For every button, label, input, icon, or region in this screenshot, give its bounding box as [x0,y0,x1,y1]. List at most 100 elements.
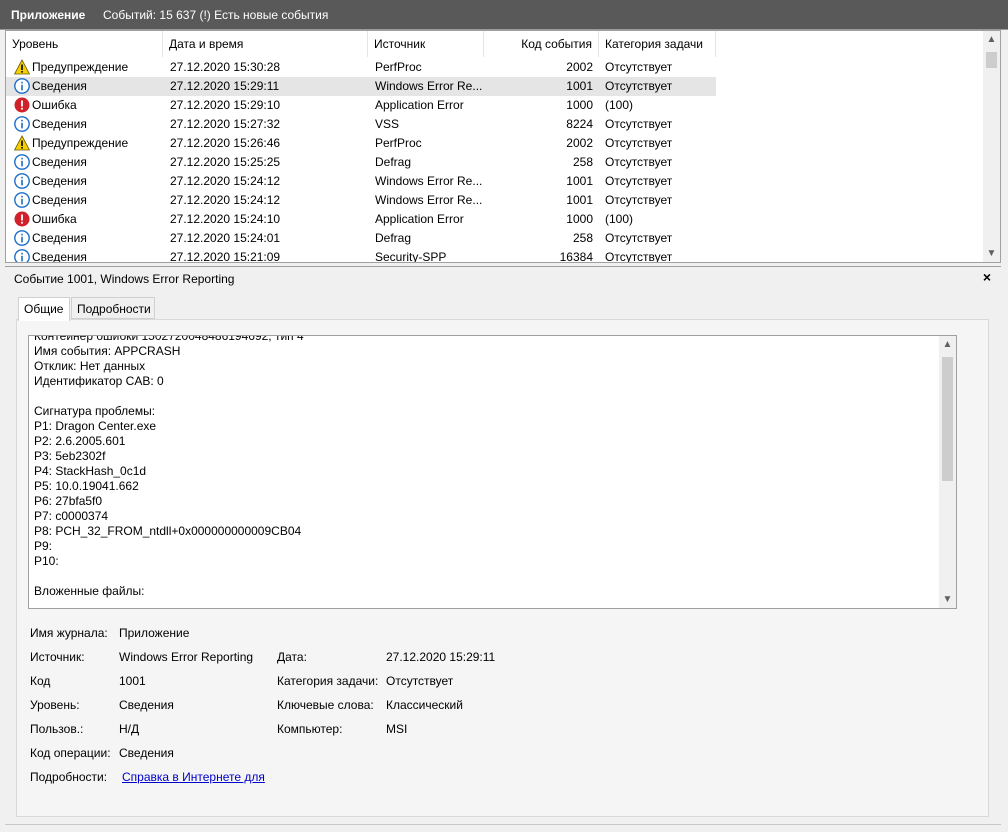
table-row[interactable]: Предупреждение 27.12.2020 15:30:28 PerfPro… [6,58,986,77]
description-line: Вложенные файлы: [34,584,145,598]
warning-icon [13,59,31,75]
tab-general[interactable]: Общие [18,297,70,321]
description-line [34,389,934,404]
cell-source: Security-SPP [375,250,447,263]
info-icon [14,154,30,170]
level-label: Уровень: [30,698,80,712]
cell-date: 27.12.2020 15:25:25 [170,155,281,169]
description-line: Имя события: APPCRASH [34,344,181,358]
cell-code: 2002 [566,60,593,74]
bottom-divider [5,824,1001,825]
cell-code: 258 [572,231,593,245]
tab-details[interactable]: Подробности [71,297,155,319]
cell-date: 27.12.2020 15:24:12 [170,174,281,188]
cell-date: 27.12.2020 15:30:28 [170,60,281,74]
scroll-thumb[interactable] [986,52,997,68]
cell-date: 27.12.2020 15:24:10 [170,212,281,226]
table-row[interactable]: Сведения 27.12.2020 15:24:12 Windows Error… [6,191,986,210]
description-line: P10: [34,554,59,568]
column-source[interactable]: Источник [368,31,484,57]
description-line: P6: 27bfa5f0 [34,494,103,508]
cell-level: Сведения [32,231,87,245]
scroll-down-icon[interactable]: ▼ [939,591,956,608]
description-line: Отклик: Нет данных [34,359,146,373]
user-label: Пользов.: [30,722,84,736]
cell-source: Defrag [375,231,412,245]
cell-source: Application Error [375,212,464,226]
scroll-down-icon[interactable]: ▼ [983,245,1000,262]
cell-date: 27.12.2020 15:29:10 [170,98,281,112]
details-link[interactable]: Справка в Интернете для [122,770,265,784]
table-row[interactable]: Ошибка 27.12.2020 15:29:10 Application Err… [6,96,986,115]
cell-category: Отсутствует [605,174,673,188]
close-icon[interactable]: × [983,269,991,285]
info-icon [14,116,30,132]
title-bar: Приложение Событий: 15 637 (!) Есть новы… [0,0,1008,30]
cell-date: 27.12.2020 15:26:46 [170,136,281,150]
description-line: P8: PCH_32_FROM_ntdll+0x000000000009CB04 [34,524,302,538]
cell-code: 1000 [566,212,593,226]
code-label: Код [30,674,51,688]
column-category[interactable]: Категория задачи [599,31,716,57]
description-line: P2: 2.6.2005.601 [34,434,126,448]
cell-category: Отсутствует [605,193,673,207]
table-row[interactable]: Сведения 27.12.2020 15:29:11 Windows Error… [6,77,986,96]
computer-value: MSI [386,722,408,736]
cell-code: 16384 [559,250,593,263]
info-icon [14,249,30,262]
scroll-up-icon[interactable]: ▲ [983,31,1000,48]
cell-code: 8224 [566,117,593,131]
scroll-up-icon[interactable]: ▲ [939,336,956,353]
warning-icon [13,135,31,151]
cell-level: Ошибка [32,98,77,112]
table-row[interactable]: Сведения 27.12.2020 15:21:09 Security-SPP 1… [6,248,986,263]
description-scrollbar[interactable]: ▲ ▼ [939,336,956,608]
error-icon [14,97,30,113]
detail-header: Событие 1001, Windows Error Reporting × [5,266,1001,290]
event-description[interactable]: Контейнер ошибки 1502720048486194692, ти… [28,335,957,609]
column-level[interactable]: Уровень [6,31,163,57]
log-label: Имя журнала: [30,626,108,640]
cell-code: 1001 [566,193,593,207]
list-scrollbar[interactable]: ▲ ▼ [983,31,1000,262]
cell-source: VSS [375,117,400,131]
keywords-value: Классический [386,698,463,712]
level-value: Сведения [119,698,174,712]
table-row[interactable]: Ошибка 27.12.2020 15:24:10 Application Err… [6,210,986,229]
cell-date: 27.12.2020 15:21:09 [170,250,281,263]
cell-source: Application Error [375,98,464,112]
cell-source: Windows Error Re... [375,193,483,207]
table-row[interactable]: Сведения 27.12.2020 15:24:12 Windows Error… [6,172,986,191]
table-row[interactable]: Сведения 27.12.2020 15:24:01 Defrag 258 Отсу… [6,229,986,248]
column-date[interactable]: Дата и время [163,31,368,57]
source-value: Windows Error Reporting [119,650,254,664]
table-row[interactable]: Сведения 27.12.2020 15:25:25 Defrag 258 Отсу… [6,153,986,172]
cell-level: Сведения [32,155,87,169]
table-row[interactable]: Предупреждение 27.12.2020 15:26:46 PerfPro… [6,134,986,153]
scroll-thumb[interactable] [942,357,953,481]
cell-category: Отсутствует [605,136,673,150]
source-label: Источник: [30,650,85,664]
online-help-link[interactable]: Справка в Интернете для [122,770,265,784]
description-line: P9: [34,539,53,553]
cell-category: Отсутствует [605,231,673,245]
cell-level: Сведения [32,174,87,188]
column-code[interactable]: Код события [484,31,599,57]
keywords-label: Ключевые слова: [277,698,374,712]
event-count: Событий: 15 637 (!) Есть новые события [103,8,329,22]
cell-category: Отсутствует [605,60,673,74]
cell-source: Windows Error Re... [375,79,483,93]
table-row[interactable]: Сведения 27.12.2020 15:27:32 VSS 8224 Отсутс… [6,115,986,134]
cell-level: Предупреждение [32,136,129,150]
cell-date: 27.12.2020 15:24:01 [170,231,281,245]
log-value: Приложение [119,626,190,640]
cell-source: PerfProc [375,136,422,150]
cell-code: 1001 [566,79,593,93]
cell-category: Отсутствует [605,155,673,169]
computer-label: Компьютер: [277,722,343,736]
cell-date: 27.12.2020 15:24:12 [170,193,281,207]
event-list[interactable]: Уровень Дата и время Источник Код событи… [5,30,1001,263]
description-line [34,569,934,584]
cell-source: Defrag [375,155,412,169]
category-label: Категория задачи: [277,674,379,688]
